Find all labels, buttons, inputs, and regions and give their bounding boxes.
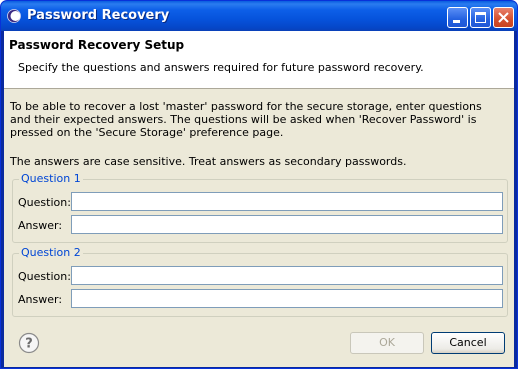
- cancel-button[interactable]: Cancel: [431, 332, 505, 354]
- page-description: Specify the questions and answers requir…: [18, 61, 424, 74]
- minimize-icon: [453, 20, 460, 23]
- minimize-button[interactable]: [447, 7, 468, 28]
- question-1-input[interactable]: [71, 192, 503, 211]
- intro-text: To be able to recover a lost 'master' pa…: [10, 100, 482, 139]
- svg-text:?: ?: [25, 337, 33, 352]
- eclipse-icon: [7, 9, 21, 23]
- dialog-header: Password Recovery Setup Specify the ques…: [4, 31, 514, 89]
- answer-label: Answer:: [18, 219, 63, 232]
- case-sensitivity-note: The answers are case sensitive. Treat an…: [10, 155, 407, 168]
- answer-label: Answer:: [18, 293, 63, 306]
- maximize-icon: [475, 12, 486, 23]
- group-legend: Question 1: [19, 172, 83, 185]
- group-legend: Question 2: [19, 246, 83, 259]
- question-2-group: Question 2 Question: Answer:: [12, 246, 508, 317]
- question-label: Question:: [18, 196, 71, 209]
- close-icon: [498, 12, 509, 23]
- ok-button[interactable]: OK: [350, 332, 424, 354]
- help-icon[interactable]: ?: [18, 332, 40, 354]
- maximize-button[interactable]: [470, 7, 491, 28]
- question-label: Question:: [18, 270, 71, 283]
- close-button[interactable]: [493, 7, 514, 28]
- page-title: Password Recovery Setup: [9, 38, 185, 52]
- answer-2-input[interactable]: [71, 289, 503, 308]
- password-recovery-dialog: Password Recovery Password Recovery Setu…: [0, 0, 518, 369]
- title-bar[interactable]: Password Recovery: [1, 1, 517, 31]
- question-1-group: Question 1 Question: Answer:: [12, 172, 508, 243]
- dialog-content: Password Recovery Setup Specify the ques…: [4, 31, 514, 367]
- question-2-input[interactable]: [71, 266, 503, 285]
- answer-1-input[interactable]: [71, 215, 503, 234]
- window-title: Password Recovery: [27, 8, 170, 23]
